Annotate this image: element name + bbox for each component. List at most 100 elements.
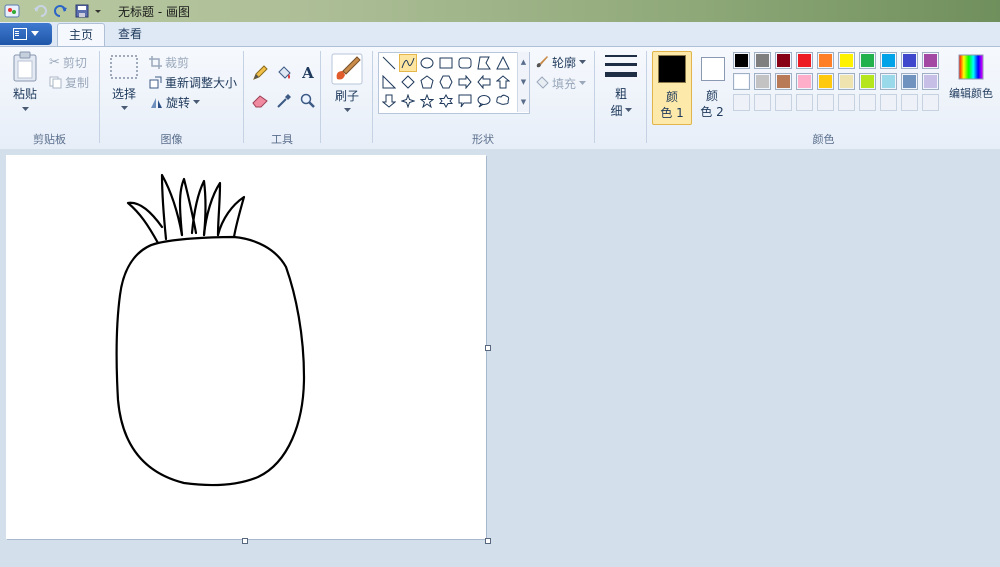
hexagon-shape-icon[interactable] <box>437 73 455 91</box>
scroll-down-icon[interactable]: ▼ <box>521 78 526 86</box>
brush-button[interactable]: 刷子 <box>328 53 366 113</box>
chevron-down-icon <box>624 108 632 112</box>
rectangle-shape-icon[interactable] <box>437 54 455 72</box>
color-swatch[interactable] <box>901 73 918 90</box>
diamond-shape-icon[interactable] <box>399 73 417 91</box>
custom-color-slot[interactable] <box>859 94 876 111</box>
eraser-icon[interactable] <box>250 91 270 111</box>
color-swatch[interactable] <box>733 73 750 90</box>
six-point-star-shape-icon[interactable] <box>437 92 455 110</box>
color-swatch[interactable] <box>880 73 897 90</box>
color-swatch[interactable] <box>775 73 792 90</box>
color-picker-icon[interactable] <box>274 91 294 111</box>
paste-button[interactable]: 粘贴 <box>8 51 42 112</box>
color-swatch[interactable] <box>796 73 813 90</box>
size-button[interactable]: 粗 细 <box>602 53 640 119</box>
pentagon-shape-icon[interactable] <box>418 73 436 91</box>
rounded-rectangle-shape-icon[interactable] <box>456 54 474 72</box>
fill-button[interactable]: 填充 <box>535 74 587 92</box>
cut-button[interactable]: ✂ 剪切 <box>49 53 87 71</box>
color-swatch[interactable] <box>796 52 813 69</box>
shapes-scrollbar[interactable]: ▲ ▼ ▼ <box>517 52 529 112</box>
custom-color-slot[interactable] <box>880 94 897 111</box>
left-arrow-shape-icon[interactable] <box>475 73 493 91</box>
fill-bucket-icon[interactable] <box>274 63 294 83</box>
outline-button[interactable]: 轮廓 <box>535 53 587 71</box>
curve-shape-icon[interactable] <box>399 54 417 72</box>
oval-callout-shape-icon[interactable] <box>475 92 493 110</box>
color-swatch[interactable] <box>733 52 750 69</box>
chevron-down-icon <box>579 80 587 85</box>
select-button[interactable]: 选择 <box>108 55 140 111</box>
clipboard-group-label: 剪贴板 <box>33 133 66 146</box>
undo-icon[interactable] <box>32 3 48 19</box>
color-swatch[interactable] <box>754 52 771 69</box>
resize-handle-right[interactable] <box>485 345 491 351</box>
custom-color-slot[interactable] <box>775 94 792 111</box>
window-title: 无标题 - 画图 <box>118 5 190 19</box>
paint-app-icon[interactable] <box>4 3 20 19</box>
color-swatch[interactable] <box>859 73 876 90</box>
save-icon[interactable] <box>74 3 90 19</box>
color-swatch[interactable] <box>817 73 834 90</box>
up-arrow-shape-icon[interactable] <box>494 73 512 91</box>
copy-button[interactable]: 复制 <box>49 73 89 91</box>
color-swatch[interactable] <box>922 73 939 90</box>
color2-button[interactable]: 颜 色 2 <box>697 51 727 123</box>
resize-handle-bottom[interactable] <box>242 538 248 544</box>
tab-view[interactable]: 查看 <box>108 23 152 45</box>
line-shape-icon[interactable] <box>380 54 398 72</box>
text-icon[interactable]: A <box>298 63 318 83</box>
scissors-icon: ✂ <box>49 54 60 70</box>
rect-callout-shape-icon[interactable] <box>456 92 474 110</box>
color-swatch[interactable] <box>754 73 771 90</box>
color-swatch[interactable] <box>880 52 897 69</box>
gallery-expand-icon[interactable]: ▼ <box>521 98 526 106</box>
oval-shape-icon[interactable] <box>418 54 436 72</box>
rotate-button[interactable]: 旋转 <box>149 93 201 111</box>
app-menu-button[interactable] <box>0 23 52 45</box>
ribbon-tab-bar: 主页 查看 <box>0 22 1000 47</box>
triangle-shape-icon[interactable] <box>494 54 512 72</box>
color-swatch[interactable] <box>838 52 855 69</box>
resize-handle-corner[interactable] <box>485 538 491 544</box>
color-swatch[interactable] <box>859 52 876 69</box>
color1-button[interactable]: 颜 色 1 <box>652 51 692 125</box>
custom-color-slot[interactable] <box>733 94 750 111</box>
quick-access-dropdown-icon[interactable] <box>93 3 103 19</box>
color-swatch[interactable] <box>775 52 792 69</box>
size-label-line2: 细 <box>610 104 623 118</box>
down-arrow-shape-icon[interactable] <box>380 92 398 110</box>
edit-colors-button[interactable]: 编辑颜色 <box>946 53 996 101</box>
custom-color-slot[interactable] <box>796 94 813 111</box>
redo-icon[interactable] <box>53 3 69 19</box>
drawing-canvas[interactable] <box>6 155 486 539</box>
five-point-star-shape-icon[interactable] <box>418 92 436 110</box>
right-arrow-shape-icon[interactable] <box>456 73 474 91</box>
custom-color-slot[interactable] <box>754 94 771 111</box>
custom-color-slot[interactable] <box>817 94 834 111</box>
crop-button[interactable]: 裁剪 <box>149 53 189 71</box>
color-swatch[interactable] <box>901 52 918 69</box>
magnifier-icon[interactable] <box>298 91 318 111</box>
custom-color-slot[interactable] <box>901 94 918 111</box>
scroll-up-icon[interactable]: ▲ <box>521 58 526 66</box>
custom-color-slot[interactable] <box>838 94 855 111</box>
resize-button[interactable]: 重新调整大小 <box>149 73 237 91</box>
color-swatch[interactable] <box>922 52 939 69</box>
right-triangle-shape-icon[interactable] <box>380 73 398 91</box>
colors-group-label: 颜色 <box>812 133 835 146</box>
color-swatch[interactable] <box>838 73 855 90</box>
polygon-shape-icon[interactable] <box>475 54 493 72</box>
tab-home[interactable]: 主页 <box>57 23 105 46</box>
copy-icon <box>49 76 62 88</box>
four-point-star-shape-icon[interactable] <box>399 92 417 110</box>
cloud-callout-shape-icon[interactable] <box>494 92 512 110</box>
custom-color-slot[interactable] <box>922 94 939 111</box>
color1-label-line1: 颜 <box>665 90 678 104</box>
color2-label-line2: 色 2 <box>700 105 724 119</box>
pencil-icon[interactable] <box>250 63 270 83</box>
group-divider <box>594 51 595 143</box>
color-swatch[interactable] <box>817 52 834 69</box>
resize-icon <box>149 76 162 88</box>
